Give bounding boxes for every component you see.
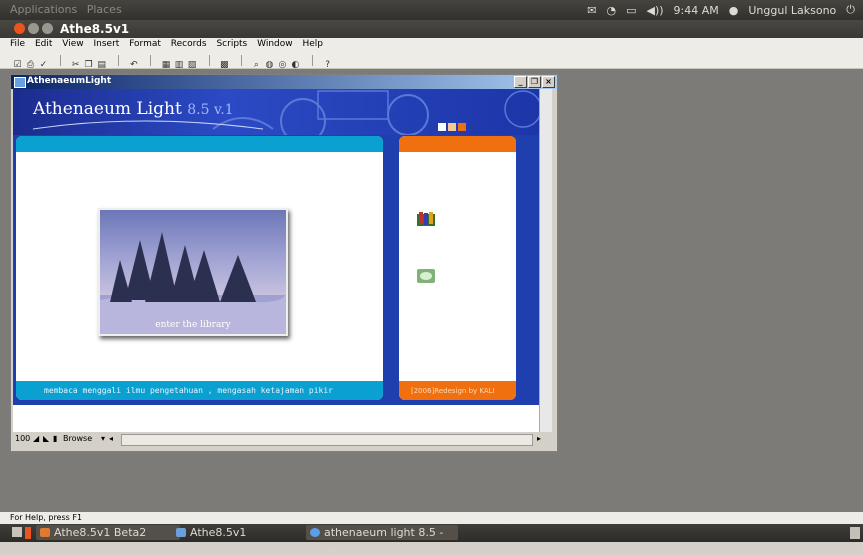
banner-title: Athenaeum Light 8.5 v.1: [33, 99, 234, 119]
user-name[interactable]: Unggul Laksono: [748, 4, 836, 17]
power-icon[interactable]: ⏻: [846, 3, 855, 17]
task-item-1-label: Athe8.5v1 Beta2: [54, 526, 147, 539]
close-icon[interactable]: ×: [542, 76, 555, 88]
enter-library-caption: enter the library: [155, 320, 231, 330]
toolbar-separator: [208, 55, 210, 66]
main-panel-header: [16, 136, 383, 152]
layout-content: Athenaeum Light 8.5 v.1 enter the librar…: [13, 89, 544, 432]
app-icon: [176, 528, 186, 537]
wifi-icon[interactable]: ◔: [606, 4, 616, 17]
app-title: Athe8.5v1: [60, 22, 130, 36]
task-item-2[interactable]: Athe8.5v1: [172, 525, 316, 540]
app-icon: [40, 528, 50, 537]
menu-bar: File Edit View Insert Format Records Scr…: [0, 38, 863, 52]
status-bar: For Help, press F1: [0, 512, 863, 524]
side-panel: [2006]Redesign by KALI: [399, 136, 516, 400]
top-panel: Applications Places ✉ ◔ ▭ ◀)) 9:44 AM ● …: [0, 0, 863, 20]
menu-scripts[interactable]: Scripts: [216, 39, 247, 49]
taskbar: Athe8.5v1 Beta2 Athe8.5v1 athenaeum ligh…: [0, 524, 863, 554]
toolbar-separator: [240, 55, 242, 66]
app-titlebar: Athe8.5v1: [0, 20, 863, 38]
menu-help[interactable]: Help: [303, 39, 324, 49]
show-desktop-icon[interactable]: [12, 527, 22, 537]
child-window-controls: _ ❐ ×: [514, 76, 555, 88]
restore-icon[interactable]: ❐: [528, 76, 541, 88]
globe-icon[interactable]: [417, 268, 435, 283]
volume-icon[interactable]: ◀)): [647, 4, 664, 17]
panel-menu: Applications Places: [10, 3, 128, 16]
books-icon[interactable]: [417, 211, 435, 226]
vertical-scrollbar[interactable]: [539, 89, 552, 432]
trash-icon[interactable]: [850, 527, 860, 539]
status-area-icon[interactable]: ▮: [53, 434, 57, 443]
toolbar: ☑ ⎙ ✓ ✂ ❐ ▤ ↶ ▦ ▥ ▧ ▩ ⌕ ◍ ◎ ◐ ?: [0, 52, 863, 70]
child-status-strip: 100 ◢ ◣ ▮ Browse ▾ ◂ ▸: [13, 432, 553, 446]
menu-insert[interactable]: Insert: [93, 39, 119, 49]
mail-icon[interactable]: ✉: [587, 4, 596, 17]
scroll-left-icon[interactable]: ◂: [109, 434, 113, 443]
minimize-window-button[interactable]: [28, 23, 39, 34]
side-panel-header: [399, 136, 516, 152]
zoom-out-icon[interactable]: ◢: [33, 434, 39, 443]
banner: Athenaeum Light 8.5 v.1: [13, 89, 544, 135]
child-titlebar[interactable]: AthenaeumLight _ ❐ ×: [11, 75, 557, 89]
main-panel-footer: membaca menggali ilmu pengetahuan , meng…: [16, 381, 383, 400]
browser-icon: [310, 528, 320, 537]
menu-format[interactable]: Format: [129, 39, 161, 49]
zoom-level[interactable]: 100: [15, 434, 30, 443]
help-hint: For Help, press F1: [10, 513, 83, 522]
menu-file[interactable]: File: [10, 39, 25, 49]
mode-dropdown-icon[interactable]: ▾: [101, 434, 105, 443]
task-item-1[interactable]: Athe8.5v1 Beta2: [36, 525, 180, 540]
menu-view[interactable]: View: [62, 39, 83, 49]
banner-title-text: Athenaeum Light: [33, 99, 182, 119]
footer-tagline: membaca menggali ilmu pengetahuan , meng…: [44, 386, 333, 395]
launcher-icon[interactable]: [25, 527, 31, 539]
minimize-icon[interactable]: _: [514, 76, 527, 88]
side-panel-footer: [2006]Redesign by KALI: [399, 381, 516, 400]
main-panel: enter the library membaca menggali ilmu …: [16, 136, 383, 400]
scroll-right-icon[interactable]: ▸: [537, 434, 541, 443]
clock[interactable]: 9:44 AM: [674, 4, 719, 17]
menu-edit[interactable]: Edit: [35, 39, 52, 49]
menu-records[interactable]: Records: [171, 39, 207, 49]
task-item-3[interactable]: athenaeum light 8.5 - ...: [306, 525, 458, 554]
toolbar-separator: [60, 55, 62, 66]
panel-indicators: ✉ ◔ ▭ ◀)) 9:44 AM ● Unggul Laksono ⏻: [587, 3, 855, 17]
app-icon: [14, 77, 26, 88]
child-window: AthenaeumLight _ ❐ × Athenaeum Light 8.5…: [10, 74, 558, 452]
task-item-3-label: athenaeum light 8.5 - ...: [324, 526, 444, 554]
user-icon: ●: [728, 3, 739, 17]
close-window-button[interactable]: [14, 23, 25, 34]
toolbar-separator: [118, 55, 120, 66]
places-menu[interactable]: Places: [87, 3, 122, 16]
battery-icon[interactable]: ▭: [626, 4, 636, 17]
toolbar-separator: [150, 55, 152, 66]
trees-illustration: [100, 232, 286, 334]
maximize-window-button[interactable]: [42, 23, 53, 34]
applications-menu[interactable]: Applications: [10, 3, 77, 16]
child-title: AthenaeumLight: [27, 76, 112, 86]
credit-text: [2006]Redesign by KALI: [411, 387, 495, 395]
zoom-in-icon[interactable]: ◣: [43, 434, 49, 443]
task-item-2-label: Athe8.5v1: [190, 526, 247, 539]
horizontal-scrollbar[interactable]: [121, 434, 533, 446]
banner-version: 8.5 v.1: [187, 102, 234, 118]
mode-selector[interactable]: Browse: [63, 434, 92, 443]
enter-library-image[interactable]: enter the library: [98, 208, 288, 336]
toolbar-separator: [312, 55, 314, 66]
menu-window[interactable]: Window: [257, 39, 293, 49]
